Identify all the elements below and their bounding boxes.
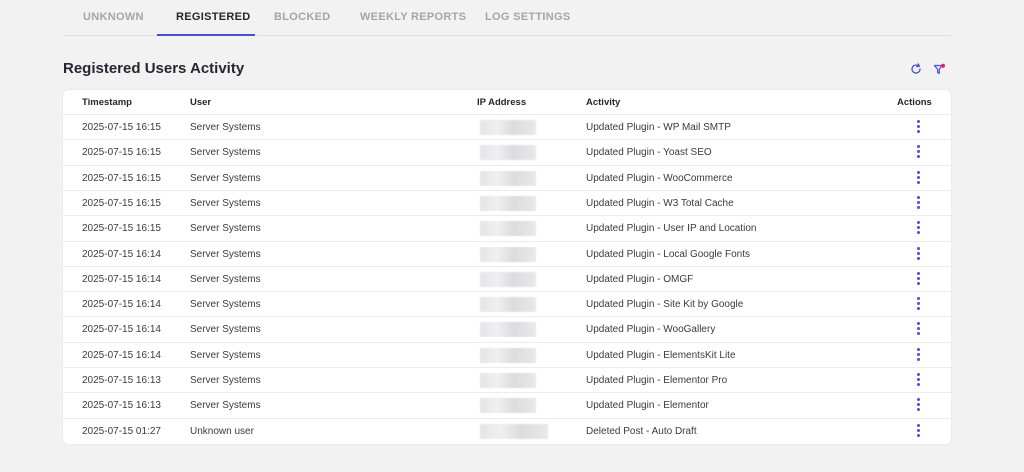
table-row: 2025-07-15 16:13 Server Systems Updated Pl… [63, 367, 951, 392]
user-cell: Server Systems [190, 172, 261, 184]
active-tab-indicator [157, 34, 255, 36]
table-row: 2025-07-15 16:15 Server Systems Updated Pl… [63, 189, 951, 215]
activity-cell: Updated Plugin - Yoast SEO [586, 147, 712, 159]
ip-address-redacted [480, 322, 536, 338]
activity-cell: Updated Plugin - WooCommerce [586, 172, 733, 184]
timestamp-cell: 2025-07-15 16:15 [82, 122, 161, 133]
timestamp-cell: 2025-07-15 16:14 [82, 349, 161, 361]
column-header-timestamp[interactable]: Timestamp [82, 97, 132, 108]
column-header-user[interactable]: User [190, 97, 211, 108]
activity-cell: Updated Plugin - OMGF [586, 273, 694, 285]
row-actions-menu-icon[interactable] [914, 170, 922, 185]
table-row: 2025-07-15 16:14 Server Systems Updated Pl… [63, 240, 951, 266]
column-header-ip-address[interactable]: IP Address [477, 97, 526, 108]
activity-cell: Updated Plugin - WP Mail SMTP [586, 122, 731, 133]
activity-cell: Updated Plugin - Elementor [586, 400, 709, 412]
timestamp-cell: 2025-07-15 16:15 [82, 172, 161, 184]
table-row: 2025-07-15 16:14 Server Systems Updated Pl… [63, 316, 951, 341]
user-cell: Server Systems [190, 299, 261, 311]
ip-address-redacted [480, 423, 548, 439]
table-row: 2025-07-15 16:15 Server Systems Updated Pl… [63, 164, 951, 190]
table-row: 2025-07-15 16:14 Server Systems Updated Pl… [63, 341, 951, 367]
tab-log-settings[interactable]: LOG SETTINGS [485, 11, 571, 23]
ip-address-redacted [480, 297, 536, 313]
timestamp-cell: 2025-07-15 16:14 [82, 273, 161, 285]
activity-cell: Updated Plugin - User IP and Location [586, 223, 757, 235]
ip-address-redacted [480, 120, 536, 135]
user-cell: Server Systems [190, 375, 261, 386]
tab-registered[interactable]: REGISTERED [176, 11, 251, 23]
row-actions-menu-icon[interactable] [914, 297, 922, 311]
tab-bar: UNKNOWN REGISTERED BLOCKED WEEKLY REPORT… [63, 0, 951, 36]
activity-cell: Updated Plugin - Local Google Fonts [586, 248, 750, 260]
timestamp-cell: 2025-07-15 16:15 [82, 223, 161, 235]
filter-icon[interactable] [932, 62, 946, 76]
ip-address-redacted [480, 145, 536, 161]
row-actions-menu-icon[interactable] [914, 120, 922, 134]
activity-cell: Updated Plugin - ElementsKit Lite [586, 349, 736, 361]
row-actions-menu-icon[interactable] [914, 271, 922, 286]
tab-unknown[interactable]: UNKNOWN [83, 11, 144, 23]
row-actions-menu-icon[interactable] [914, 322, 922, 336]
user-cell: Unknown user [190, 425, 254, 437]
activity-cell: Updated Plugin - Site Kit by Google [586, 299, 744, 311]
ip-address-redacted [480, 398, 536, 414]
timestamp-cell: 2025-07-15 16:14 [82, 299, 161, 311]
row-actions-menu-icon[interactable] [914, 423, 922, 438]
refresh-icon[interactable] [909, 62, 923, 76]
tab-weekly-reports[interactable]: WEEKLY REPORTS [360, 11, 466, 23]
row-actions-menu-icon[interactable] [914, 398, 922, 412]
row-actions-menu-icon[interactable] [914, 221, 922, 235]
section-title: Registered Users Activity [63, 60, 245, 77]
row-actions-menu-icon[interactable] [914, 373, 922, 387]
user-cell: Server Systems [190, 223, 261, 235]
ip-address-redacted [480, 271, 536, 287]
timestamp-cell: 2025-07-15 16:15 [82, 147, 161, 159]
table-row: 2025-07-15 16:15 Server Systems Updated Pl… [63, 215, 951, 240]
row-actions-menu-icon[interactable] [914, 195, 922, 210]
table-row: 2025-07-15 16:15 Server Systems Updated Pl… [63, 139, 951, 164]
table-row: 2025-07-15 16:13 Server Systems Updated Pl… [63, 392, 951, 417]
activity-table: Timestamp User IP Address Activity Actio… [63, 90, 951, 444]
user-cell: Server Systems [190, 147, 261, 159]
ip-address-redacted [480, 347, 536, 363]
activity-cell: Updated Plugin - WooGallery [586, 324, 716, 336]
timestamp-cell: 2025-07-15 01:27 [82, 425, 161, 437]
ip-address-redacted [480, 170, 536, 186]
timestamp-cell: 2025-07-15 16:15 [82, 197, 161, 209]
timestamp-cell: 2025-07-15 16:14 [82, 248, 161, 260]
table-row: 2025-07-15 16:15 Server Systems Updated Pl… [63, 114, 951, 139]
timestamp-cell: 2025-07-15 16:13 [82, 375, 161, 386]
ip-address-redacted [480, 221, 536, 237]
activity-cell: Updated Plugin - Elementor Pro [586, 375, 728, 386]
user-cell: Server Systems [190, 349, 261, 361]
timestamp-cell: 2025-07-15 16:14 [82, 324, 161, 336]
row-actions-menu-icon[interactable] [914, 347, 922, 362]
user-cell: Server Systems [190, 248, 261, 260]
table-row: 2025-07-15 01:27 Unknown user Deleted Post… [63, 417, 951, 443]
column-header-activity[interactable]: Activity [586, 97, 620, 108]
row-actions-menu-icon[interactable] [914, 246, 922, 261]
user-cell: Server Systems [190, 122, 261, 133]
activity-cell: Deleted Post - Auto Draft [586, 425, 697, 437]
user-cell: Server Systems [190, 197, 261, 209]
user-cell: Server Systems [190, 324, 261, 336]
activity-cell: Updated Plugin - W3 Total Cache [586, 197, 734, 209]
column-header-actions: Actions [897, 97, 932, 108]
user-cell: Server Systems [190, 400, 261, 412]
row-actions-menu-icon[interactable] [914, 145, 922, 159]
timestamp-cell: 2025-07-15 16:13 [82, 400, 161, 412]
table-row: 2025-07-15 16:14 Server Systems Updated Pl… [63, 265, 951, 291]
table-row: 2025-07-15 16:14 Server Systems Updated Pl… [63, 291, 951, 316]
user-cell: Server Systems [190, 273, 261, 285]
ip-address-redacted [480, 246, 536, 262]
ip-address-redacted [480, 373, 536, 388]
tab-blocked[interactable]: BLOCKED [274, 11, 331, 23]
ip-address-redacted [480, 195, 536, 211]
